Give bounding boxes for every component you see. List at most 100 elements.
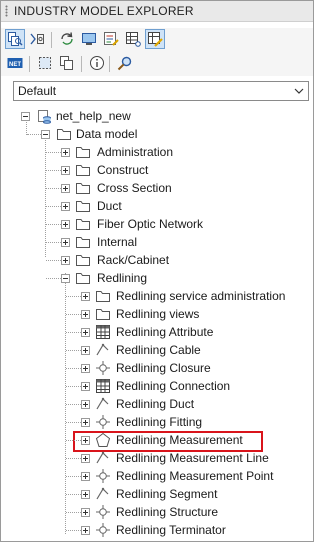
tree-node-label: Construct xyxy=(97,163,149,177)
folder-icon xyxy=(76,201,90,212)
expand-toggle[interactable] xyxy=(81,508,90,517)
expand-toggle[interactable] xyxy=(61,166,70,175)
tree-node-redlining-measurement[interactable]: Redlining Measurement xyxy=(13,431,313,449)
tree-node-redlining-fitting[interactable]: Redlining Fitting xyxy=(13,413,313,431)
expand-toggle[interactable] xyxy=(81,490,90,499)
tree-node-redlining-service-administration[interactable]: Redlining service administration xyxy=(13,287,313,305)
point-feature-icon xyxy=(96,415,110,429)
expand-toggle[interactable] xyxy=(61,184,70,193)
tree-node-redlining-cable[interactable]: Redlining Cable xyxy=(13,341,313,359)
tree-node-label: Redlining Terminator xyxy=(116,523,226,537)
tree-node-rack-cabinet[interactable]: Rack/Cabinet xyxy=(13,251,313,269)
tree-node-redlining-segment[interactable]: Redlining Segment xyxy=(13,485,313,503)
tree-node-redlining-measurement-line[interactable]: Redlining Measurement Line xyxy=(13,449,313,467)
table-grid-icon xyxy=(126,32,141,47)
expand-toggle[interactable] xyxy=(81,382,90,391)
tree-node-label: Redlining Structure xyxy=(116,505,219,519)
collapse-toggle[interactable] xyxy=(21,112,30,121)
explorer-view-button[interactable] xyxy=(5,29,25,49)
expand-toggle[interactable] xyxy=(61,148,70,157)
tree-node-label: Redlining Measurement Line xyxy=(116,451,269,465)
toolbar-separator xyxy=(29,56,30,72)
tree-node-administration[interactable]: Administration xyxy=(13,143,313,161)
tree-node-redlining[interactable]: Redlining xyxy=(13,269,313,287)
expand-toggle[interactable] xyxy=(61,238,70,247)
tree-node-label: Redlining xyxy=(97,271,148,285)
folder-icon xyxy=(76,165,90,176)
tree-node-duct[interactable]: Duct xyxy=(13,197,313,215)
database-icon xyxy=(38,110,51,124)
refresh-icon xyxy=(61,32,73,45)
tree-node-redlining-closure[interactable]: Redlining Closure xyxy=(13,359,313,377)
table-icon xyxy=(96,379,110,393)
folder-icon xyxy=(76,183,90,194)
svg-text:NET: NET xyxy=(9,62,21,68)
panel-titlebar[interactable]: INDUSTRY MODEL EXPLORER xyxy=(1,1,313,22)
tree-node-label: Redlining Duct xyxy=(116,397,195,411)
edit-table-button[interactable] xyxy=(145,29,165,49)
refresh-button[interactable] xyxy=(57,29,77,49)
monitor-icon xyxy=(82,33,96,45)
edit-form-button[interactable] xyxy=(101,29,121,49)
chevron-down-icon xyxy=(294,88,304,94)
tree-node-fiber-optic-network[interactable]: Fiber Optic Network xyxy=(13,215,313,233)
drag-grip-icon[interactable] xyxy=(5,5,8,17)
table-grid-button[interactable] xyxy=(123,29,143,49)
point-feature-icon xyxy=(96,361,110,375)
model-tree: net_help_new Data model Administration Co… xyxy=(13,105,313,541)
explorer-view-icon xyxy=(8,32,23,46)
tree-node-internal[interactable]: Internal xyxy=(13,233,313,251)
tree-node-label: Redlining Attribute xyxy=(116,325,214,339)
tree-node-construct[interactable]: Construct xyxy=(13,161,313,179)
expand-toggle[interactable] xyxy=(81,292,90,301)
tree-node-redlining-duct[interactable]: Redlining Duct xyxy=(13,395,313,413)
expand-toggle[interactable] xyxy=(81,418,90,427)
tree-node-redlining-connection[interactable]: Redlining Connection xyxy=(13,377,313,395)
copy-button[interactable] xyxy=(57,53,77,73)
select-dashed-button[interactable] xyxy=(35,53,55,73)
industry-model-explorer-panel: INDUSTRY MODEL EXPLORER NET Default net_… xyxy=(0,0,314,542)
info-button[interactable] xyxy=(87,53,107,73)
folder-icon xyxy=(76,147,90,158)
expand-toggle[interactable] xyxy=(81,364,90,373)
expand-toggle[interactable] xyxy=(81,454,90,463)
point-feature-icon xyxy=(96,523,110,537)
line-feature-icon xyxy=(96,451,109,464)
expand-toggle[interactable] xyxy=(61,256,70,265)
tree-node-root[interactable]: net_help_new xyxy=(13,107,313,125)
net-button[interactable]: NET xyxy=(5,53,25,73)
tree-node-redlining-measurement-point[interactable]: Redlining Measurement Point xyxy=(13,467,313,485)
tree-node-redlining-structure[interactable]: Redlining Structure xyxy=(13,503,313,521)
expand-toggle[interactable] xyxy=(81,328,90,337)
tree-node-label: Data model xyxy=(76,127,138,141)
folder-icon xyxy=(96,291,110,302)
expand-toggle[interactable] xyxy=(61,202,70,211)
expand-toggle[interactable] xyxy=(81,400,90,409)
tree-node-redlining-views[interactable]: Redlining views xyxy=(13,305,313,323)
toolbar-separator xyxy=(109,56,110,72)
expand-toggle[interactable] xyxy=(81,310,90,319)
search-button[interactable] xyxy=(115,53,135,73)
polygon-feature-icon xyxy=(95,432,111,447)
expand-toggle[interactable] xyxy=(81,436,90,445)
tree-node-label: Redlining Connection xyxy=(116,379,231,393)
expand-toggle[interactable] xyxy=(61,220,70,229)
expand-toggle[interactable] xyxy=(81,472,90,481)
select-dashed-icon xyxy=(39,57,51,69)
search-icon xyxy=(117,56,132,71)
expand-toggle[interactable] xyxy=(81,346,90,355)
tree-node-cross-section[interactable]: Cross Section xyxy=(13,179,313,197)
tree-node-data-model[interactable]: Data model xyxy=(13,125,313,143)
tree-node-redlining-attribute[interactable]: Redlining Attribute xyxy=(13,323,313,341)
split-view-button[interactable] xyxy=(27,29,47,49)
tree-node-label: Administration xyxy=(97,145,174,159)
model-filter-dropdown[interactable]: Default xyxy=(13,81,309,101)
collapse-toggle[interactable] xyxy=(61,274,70,283)
tree-node-label: Redlining Measurement xyxy=(116,433,243,447)
folder-icon xyxy=(76,273,90,284)
tree-node-redlining-terminator[interactable]: Redlining Terminator xyxy=(13,521,313,539)
monitor-button[interactable] xyxy=(79,29,99,49)
collapse-toggle[interactable] xyxy=(41,130,50,139)
expand-toggle[interactable] xyxy=(81,526,90,535)
panel-title: INDUSTRY MODEL EXPLORER xyxy=(14,4,194,18)
